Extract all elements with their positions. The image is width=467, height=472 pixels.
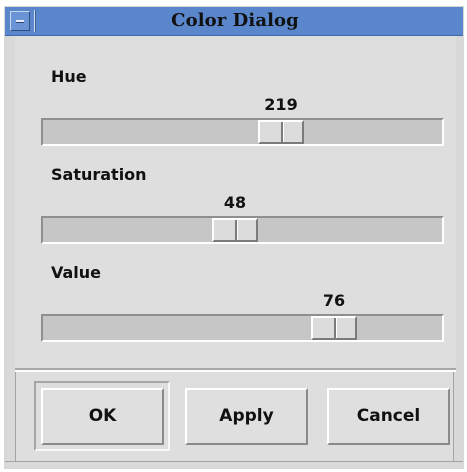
value-slider-thumb[interactable] (311, 316, 357, 340)
hue-slider-group: Hue 219 (15, 68, 456, 150)
hue-slider-thumb[interactable] (258, 120, 304, 144)
saturation-value: 48 (223, 193, 247, 212)
apply-button[interactable]: Apply (185, 388, 308, 445)
value-label: Value (51, 263, 102, 282)
apply-button-wrap: Apply (185, 388, 308, 445)
value-slider-track[interactable] (41, 314, 444, 342)
value-slider-thumb-grip (334, 318, 336, 338)
button-separator (15, 368, 456, 372)
value-slider-group: Value 76 (15, 264, 456, 346)
hue-value: 219 (264, 95, 298, 114)
dialog-content: Hue 219 Saturation 48 Value 76 (15, 36, 456, 368)
window-titlebar[interactable]: Color Dialog (5, 7, 463, 36)
color-dialog-window: Color Dialog Hue 219 Saturation 48 Value… (4, 6, 464, 469)
saturation-slider-track[interactable] (41, 216, 444, 244)
window-bottom-frame (5, 461, 463, 468)
cancel-button-wrap: Cancel (327, 388, 450, 445)
saturation-slider-thumb-grip (235, 220, 237, 240)
cancel-button[interactable]: Cancel (327, 388, 450, 445)
hue-slider-track[interactable] (41, 118, 444, 146)
window-title: Color Dialog (171, 10, 299, 31)
ok-button[interactable]: OK (41, 388, 164, 445)
hue-slider-thumb-grip (281, 122, 283, 142)
saturation-label: Saturation (51, 165, 147, 184)
saturation-slider-group: Saturation 48 (15, 166, 456, 248)
value-value: 76 (322, 291, 346, 310)
saturation-slider-thumb[interactable] (212, 218, 258, 242)
dialog-button-row: OK Apply Cancel (15, 381, 456, 457)
hue-label: Hue (51, 67, 87, 86)
ok-button-default-frame: OK (34, 381, 170, 451)
